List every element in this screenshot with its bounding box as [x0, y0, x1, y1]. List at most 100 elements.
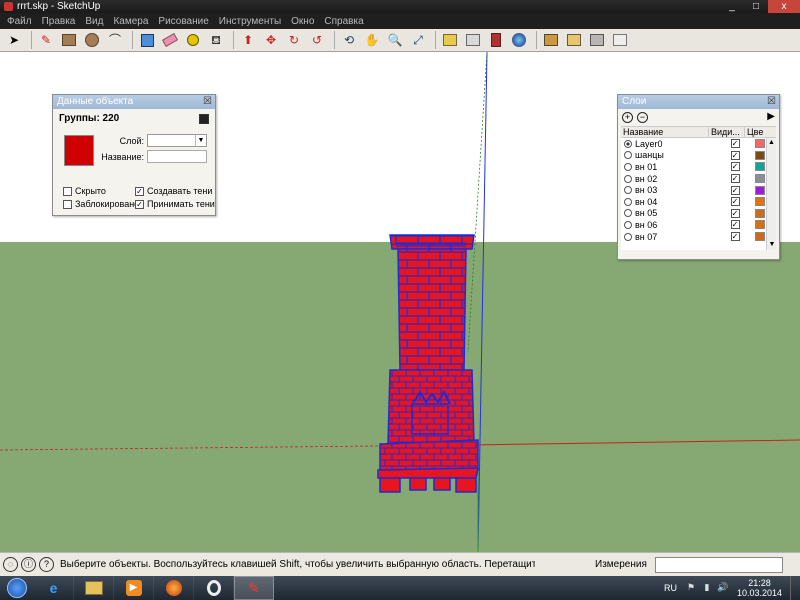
- preview-icon[interactable]: [564, 30, 584, 50]
- layer-dropdown[interactable]: ▼: [147, 134, 207, 147]
- chevron-down-icon[interactable]: ▼: [195, 135, 206, 146]
- menu-camera[interactable]: Камера: [108, 16, 153, 27]
- help-icon[interactable]: ?: [39, 557, 54, 572]
- menu-window[interactable]: Окно: [286, 16, 319, 27]
- minimize-button[interactable]: _: [720, 0, 744, 13]
- menu-tools[interactable]: Инструменты: [214, 16, 286, 27]
- layer-color-swatch[interactable]: [755, 162, 765, 172]
- zoom-icon[interactable]: 🔍: [385, 30, 405, 50]
- locked-option[interactable]: Заблокировано: [63, 199, 139, 209]
- media-player-icon[interactable]: ▶: [114, 576, 154, 600]
- layer-visible-checkbox[interactable]: ✓: [730, 150, 740, 160]
- delete-layer-icon[interactable]: −: [637, 112, 648, 123]
- receive-shadows-checkbox[interactable]: ✓: [135, 199, 144, 209]
- move-icon[interactable]: ✥: [261, 30, 281, 50]
- layer-row[interactable]: вн 04 ✓: [621, 196, 776, 208]
- hidden-checkbox[interactable]: [63, 186, 72, 196]
- active-layer-radio[interactable]: [624, 232, 632, 241]
- maximize-button[interactable]: □: [744, 0, 768, 13]
- geo-location-icon[interactable]: ◌: [3, 557, 18, 572]
- layer-color-swatch[interactable]: [755, 185, 765, 195]
- layer-row[interactable]: вн 02 ✓: [621, 173, 776, 185]
- circle-icon[interactable]: [82, 30, 102, 50]
- active-layer-radio[interactable]: [624, 162, 632, 171]
- layer-row[interactable]: вн 03 ✓: [621, 184, 776, 196]
- close-icon[interactable]: ☒: [203, 95, 212, 109]
- name-field[interactable]: [147, 150, 207, 163]
- explorer-icon[interactable]: [74, 576, 114, 600]
- add-layer-icon[interactable]: +: [622, 112, 633, 123]
- rectangle-icon[interactable]: [59, 30, 79, 50]
- scroll-down-icon[interactable]: ▼: [767, 240, 776, 250]
- sketchup-icon[interactable]: ✎: [234, 576, 274, 600]
- pan-icon[interactable]: ✋: [362, 30, 382, 50]
- active-layer-radio[interactable]: [624, 209, 632, 218]
- layer-visible-checkbox[interactable]: ✓: [730, 232, 740, 242]
- scroll-up-icon[interactable]: ▲: [767, 138, 776, 148]
- menu-draw[interactable]: Рисование: [153, 16, 213, 27]
- layer-visible-checkbox[interactable]: ✓: [730, 162, 740, 172]
- layer-row[interactable]: Layer0 ✓: [621, 138, 776, 150]
- zoom-extents-icon[interactable]: ⤢: [408, 30, 428, 50]
- material-color-swatch[interactable]: [64, 135, 94, 166]
- receive-shadows-option[interactable]: ✓ Принимать тени: [135, 199, 215, 209]
- select-icon[interactable]: ➤: [4, 30, 24, 50]
- entity-info-title-bar[interactable]: Данные объекта ☒: [53, 95, 215, 109]
- credits-icon[interactable]: ⓘ: [21, 557, 36, 572]
- cast-shadows-checkbox[interactable]: ✓: [135, 186, 144, 196]
- rotate-icon[interactable]: ↻: [284, 30, 304, 50]
- layer-row[interactable]: вн 06 ✓: [621, 219, 776, 231]
- active-layer-radio[interactable]: [624, 220, 632, 229]
- google-earth-icon[interactable]: [509, 30, 529, 50]
- active-layer-radio[interactable]: [624, 197, 632, 206]
- layer-color-swatch[interactable]: [755, 174, 765, 184]
- network-icon[interactable]: ▮: [701, 582, 713, 594]
- cast-shadows-option[interactable]: ✓ Создавать тени: [135, 186, 212, 196]
- volume-icon[interactable]: 🔊: [717, 582, 729, 594]
- menu-file[interactable]: Файл: [2, 16, 37, 27]
- active-layer-radio[interactable]: [624, 186, 632, 195]
- column-name[interactable]: Название: [621, 127, 709, 137]
- active-layer-radio[interactable]: [624, 139, 632, 148]
- layer-visible-checkbox[interactable]: ✓: [730, 174, 740, 184]
- components-icon[interactable]: [486, 30, 506, 50]
- share-model-icon[interactable]: [463, 30, 483, 50]
- language-indicator[interactable]: RU: [664, 583, 677, 593]
- orbit-icon[interactable]: ⟲: [339, 30, 359, 50]
- measurements-field[interactable]: [654, 556, 783, 573]
- paint-bucket-icon[interactable]: ⛾: [206, 30, 226, 50]
- layer-visible-checkbox[interactable]: ✓: [730, 139, 740, 149]
- layer-row[interactable]: вн 01 ✓: [621, 161, 776, 173]
- layer-row[interactable]: шанцы ✓: [621, 150, 776, 162]
- start-button[interactable]: [0, 576, 34, 600]
- menu-view[interactable]: Вид: [80, 16, 108, 27]
- layer-color-swatch[interactable]: [755, 220, 765, 230]
- column-color[interactable]: Цве: [745, 127, 767, 137]
- details-arrow-icon[interactable]: ▶: [767, 111, 775, 122]
- make-component-icon[interactable]: [137, 30, 157, 50]
- active-layer-radio[interactable]: [624, 174, 632, 183]
- layout-icon[interactable]: [610, 30, 630, 50]
- menu-edit[interactable]: Правка: [37, 16, 81, 27]
- layer-visible-checkbox[interactable]: ✓: [730, 185, 740, 195]
- offset-icon[interactable]: ↺: [307, 30, 327, 50]
- ie-icon[interactable]: e: [34, 576, 74, 600]
- opera-icon[interactable]: [194, 576, 234, 600]
- layer-visible-checkbox[interactable]: ✓: [730, 197, 740, 207]
- photo-textures-icon[interactable]: [541, 30, 561, 50]
- locked-checkbox[interactable]: [63, 199, 72, 209]
- active-layer-radio[interactable]: [624, 151, 632, 160]
- column-visible[interactable]: Види...: [709, 127, 745, 137]
- layer-color-swatch[interactable]: [755, 150, 765, 160]
- firefox-icon[interactable]: [154, 576, 194, 600]
- clock[interactable]: 21:28 10.03.2014: [737, 578, 782, 598]
- show-desktop-button[interactable]: [790, 576, 800, 600]
- close-button[interactable]: x: [768, 0, 800, 13]
- layers-scrollbar[interactable]: ▲ ▼: [766, 138, 776, 250]
- toggle-details-icon[interactable]: [199, 113, 209, 124]
- layer-color-swatch[interactable]: [755, 139, 765, 149]
- layer-color-swatch[interactable]: [755, 197, 765, 207]
- layer-visible-checkbox[interactable]: ✓: [730, 220, 740, 230]
- pencil-icon[interactable]: ✎: [36, 30, 56, 50]
- flag-icon[interactable]: ⚑: [685, 582, 697, 594]
